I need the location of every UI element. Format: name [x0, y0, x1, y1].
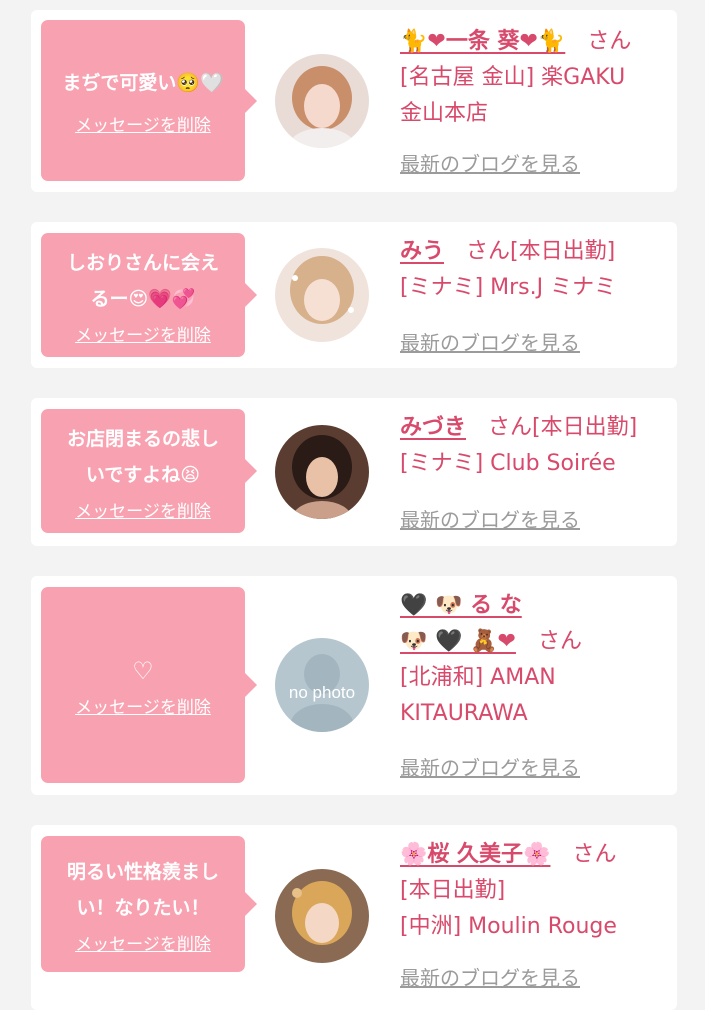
favorite-card: ♡ メッセージを削除 no photo 🖤 🐶 る な 🐶 🖤 🧸❤ さん [北…	[31, 576, 677, 795]
delete-message-link[interactable]: メッセージを削除	[75, 930, 211, 955]
view-blog-link[interactable]: 最新のブログを見る	[400, 752, 580, 781]
delete-message-link[interactable]: メッセージを削除	[75, 321, 211, 346]
cast-name-link[interactable]: 🐶 🖤 🧸❤	[400, 629, 516, 654]
message-text: るー😍💗💞	[90, 287, 196, 310]
shop-info: [名古屋 金山] 楽GAKU	[400, 65, 626, 90]
cast-info: 🐈❤一条 葵❤🐈 さん [名古屋 金山] 楽GAKU 金山本店	[400, 24, 670, 132]
message-text: ♡	[132, 656, 154, 685]
favorite-card: まぢで可愛い🥺🤍 メッセージを削除 🐈❤一条 葵❤🐈 さん [名古屋 金山] 楽…	[31, 10, 677, 192]
message-bubble: 明るい性格羨まし い！なりたい！ メッセージを削除	[41, 836, 257, 972]
view-blog-link[interactable]: 最新のブログを見る	[400, 148, 580, 177]
san-label: さん	[537, 629, 582, 654]
message-text: まぢで可愛い🥺🤍	[62, 72, 224, 94]
avatar[interactable]	[275, 425, 369, 519]
favorite-card: 明るい性格羨まし い！なりたい！ メッセージを削除 🌸桜 久美子🌸 さん [本日…	[31, 825, 677, 1010]
favorite-card: しおりさんに会え るー😍💗💞 メッセージを削除 みう さん[本日出勤] [ミナミ…	[31, 222, 677, 368]
avatar[interactable]	[275, 248, 369, 342]
message-text: しおりさんに会え	[66, 251, 219, 274]
message-text: いですよね😫	[85, 463, 201, 486]
favorites-list: まぢで可愛い🥺🤍 メッセージを削除 🐈❤一条 葵❤🐈 さん [名古屋 金山] 楽…	[0, 0, 705, 1010]
cast-name-link[interactable]: 🖤 🐶 る な	[400, 593, 522, 618]
avatar[interactable]	[275, 54, 369, 148]
shop-info: [本日出勤]	[400, 878, 506, 903]
message-text: 明るい性格羨まし	[66, 860, 219, 883]
cast-info: みづき さん[本日出勤] [ミナミ] Club Soirée	[400, 410, 670, 482]
view-blog-link[interactable]: 最新のブログを見る	[400, 327, 580, 356]
avatar[interactable]	[275, 869, 369, 963]
message-bubble: しおりさんに会え るー😍💗💞 メッセージを削除	[41, 233, 257, 357]
favorite-card: お店閉まるの悲し いですよね😫 メッセージを削除 みづき さん[本日出勤] [ミ…	[31, 398, 677, 546]
cast-name-link[interactable]: 🌸桜 久美子🌸	[400, 842, 550, 867]
message-bubble: お店閉まるの悲し いですよね😫 メッセージを削除	[41, 409, 257, 533]
delete-message-link[interactable]: メッセージを削除	[75, 497, 211, 522]
shop-info: [ミナミ] Club Soirée	[400, 451, 616, 476]
cast-name-link[interactable]: みづき	[400, 415, 466, 440]
cast-name-link[interactable]: みう	[400, 239, 444, 264]
delete-message-link[interactable]: メッセージを削除	[75, 111, 211, 136]
cast-info: 🌸桜 久美子🌸 さん [本日出勤] [中洲] Moulin Rouge	[400, 837, 670, 945]
san-label: さん	[587, 29, 632, 54]
san-label: さん[本日出勤]	[488, 415, 638, 440]
shop-info: [中洲] Moulin Rouge	[400, 914, 617, 939]
no-photo-text: no photo	[289, 683, 355, 702]
message-bubble: まぢで可愛い🥺🤍 メッセージを削除	[41, 20, 257, 181]
san-label: さん[本日出勤]	[466, 239, 616, 264]
view-blog-link[interactable]: 最新のブログを見る	[400, 962, 580, 991]
cast-info: 🖤 🐶 る な 🐶 🖤 🧸❤ さん [北浦和] AMAN KITAURAWA	[400, 588, 670, 732]
message-bubble: ♡ メッセージを削除	[41, 587, 257, 783]
delete-message-link[interactable]: メッセージを削除	[75, 693, 211, 718]
shop-info: [ミナミ] Mrs.J ミナミ	[400, 275, 617, 300]
san-label: さん	[572, 842, 617, 867]
shop-info: [北浦和] AMAN	[400, 665, 556, 690]
message-text: い！なりたい！	[76, 896, 210, 919]
shop-info: KITAURAWA	[400, 701, 528, 726]
shop-info: 金山本店	[400, 101, 489, 126]
message-text: お店閉まるの悲し	[66, 427, 219, 450]
cast-info: みう さん[本日出勤] [ミナミ] Mrs.J ミナミ	[400, 234, 670, 306]
cast-name-link[interactable]: 🐈❤一条 葵❤🐈	[400, 29, 565, 54]
view-blog-link[interactable]: 最新のブログを見る	[400, 504, 580, 533]
avatar[interactable]: no photo	[275, 638, 369, 732]
